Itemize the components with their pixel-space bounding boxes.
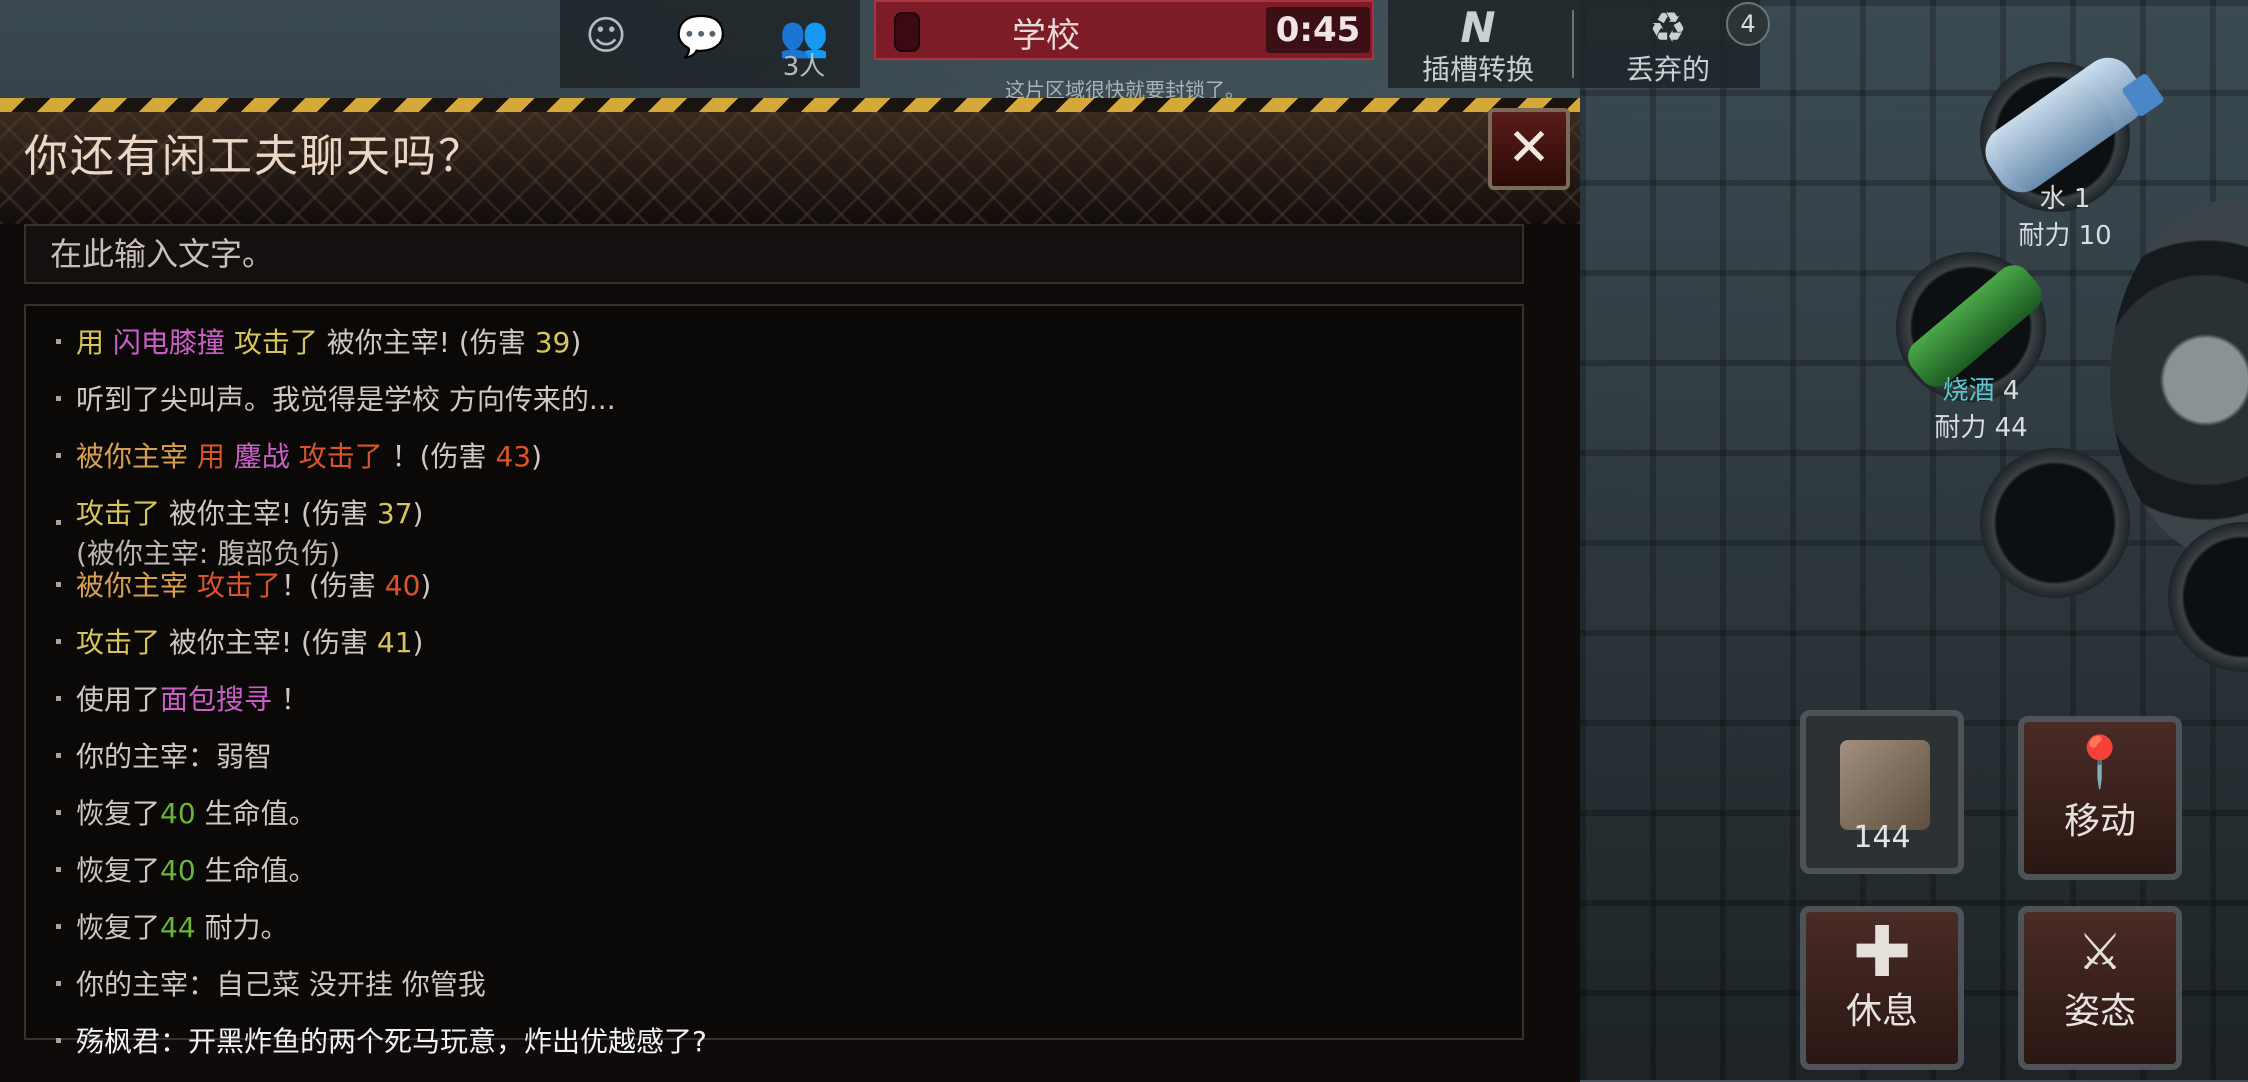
log-text: 闪电膝撞 [112, 326, 225, 359]
log-text: 攻击了 [76, 626, 161, 659]
log-text: 攻击了 [196, 569, 281, 602]
log-text: 37 [376, 497, 413, 530]
liquor-label: 烧酒 4 耐力 44 [1934, 376, 2028, 443]
log-text: 你的主宰：弱智 [76, 740, 273, 773]
log-bullet [56, 753, 61, 758]
log-text: 恢复了 [76, 854, 161, 887]
log-text: 用 [76, 326, 113, 359]
plus-icon: ✚ [1852, 911, 1912, 993]
log-text: 生命值。 [195, 797, 317, 830]
log-bullet [56, 453, 61, 458]
log-text: 39 [534, 326, 571, 359]
log-bullet [56, 582, 61, 587]
log-text: 43 [495, 440, 532, 473]
chat-title: 你还有闲工夫聊天吗？ [24, 131, 484, 182]
combat-log[interactable]: 用 闪电膝撞 攻击了 被你主宰! (伤害 39) 听到了尖叫声。我觉得是学校 方向… [24, 304, 1524, 1058]
log-bullet [56, 981, 61, 986]
crossed-swords-icon: ⚔ [2077, 923, 2123, 981]
log-text: 40 [160, 797, 196, 830]
emoji-icon[interactable]: ☺ [580, 10, 632, 62]
log-bullet [56, 339, 61, 344]
log-entry: 被你主宰 用 鏖战 攻击了 ！(伤害 43) [76, 435, 542, 475]
log-text: 鏖战 [233, 440, 290, 473]
log-bullet [56, 924, 61, 929]
log-text: 被你主宰 [76, 440, 197, 473]
location-indicator: 学校 0:45 [874, 0, 1374, 60]
log-bullet [56, 1038, 61, 1043]
log-text: ) [412, 626, 424, 659]
log-text: ) [570, 326, 582, 359]
log-bullet [56, 867, 61, 872]
log-text: 攻击了 [76, 497, 161, 530]
log-text: 听到了尖叫声。我觉得是学校 方向传来的... [76, 383, 616, 416]
log-text: 攻击了 [224, 326, 327, 359]
log-text: ) [420, 569, 432, 602]
log-text: 恢复了 [76, 797, 161, 830]
stance-button[interactable]: ⚔ 姿态 [2018, 906, 2182, 1070]
inventory-controls: N 插槽转换 ♻ 丢弃的 [1388, 0, 1760, 88]
slot-switch-icon: N [1460, 3, 1496, 52]
slot-switch-button[interactable]: N 插槽转换 [1388, 0, 1568, 88]
log-entry: 被你主宰 攻击了！(伤害 40) [76, 564, 431, 604]
log-bullet [56, 639, 61, 644]
log-text: 生命值。 [195, 854, 317, 887]
log-text: 用 [196, 440, 234, 473]
location-name: 学校 [1012, 16, 1080, 56]
players-count: 3人 [782, 52, 826, 82]
log-bullet [56, 696, 61, 701]
log-text: 恢复了 [76, 911, 161, 944]
log-entry: 攻击了 被你主宰! (伤害 41) [76, 621, 423, 661]
log-entry: 你的主宰：弱智 [76, 735, 272, 775]
log-entry: 恢复了40 生命值。 [76, 792, 317, 832]
chat-bubble-icon[interactable]: 💬 [675, 10, 727, 62]
log-entry: 恢复了40 生命值。 [76, 849, 317, 889]
log-text: 使用了 [76, 683, 161, 716]
bag-count: 144 [1853, 820, 1911, 855]
log-text: 殇枫君：开黑炸鱼的两个死马玩意，炸出优越感了? [76, 1025, 707, 1058]
log-entry: 用 闪电膝撞 攻击了 被你主宰! (伤害 39) [76, 321, 581, 361]
bag-button[interactable]: 144 [1800, 710, 1964, 874]
log-entry: 使用了面包搜寻 ！ [76, 678, 309, 718]
log-entry: 你的主宰：自己菜 没开挂 你管我 [76, 963, 486, 1003]
log-text: 面包搜寻 [160, 683, 273, 716]
chat-input[interactable]: 在此输入文字。 [24, 224, 1524, 284]
countdown-timer: 0:45 [1266, 7, 1370, 53]
log-text: 被你主宰 [76, 569, 197, 602]
log-text: 被你主宰! (伤害 [160, 497, 377, 530]
log-text: ！(伤害 [382, 440, 496, 473]
log-entry: 恢复了44 耐力。 [76, 906, 289, 946]
log-text: 被你主宰! (伤害 [326, 326, 535, 359]
water-label: 水 1 耐力 10 [2018, 184, 2112, 251]
log-text: ！(伤害 [280, 569, 385, 602]
close-button[interactable]: ✕ [1488, 108, 1570, 190]
log-entry: 殇枫君：开黑炸鱼的两个死马玩意，炸出优越感了? [76, 1020, 707, 1060]
divider [1572, 10, 1574, 78]
log-bullet [56, 520, 61, 525]
log-entry: 听到了尖叫声。我觉得是学校 方向传来的... [76, 378, 616, 418]
item-slot-3[interactable] [1980, 448, 2130, 598]
log-bullet [56, 396, 61, 401]
log-bullet [56, 810, 61, 815]
log-text: ) [531, 440, 543, 473]
map-pin-icon: 📍 [2068, 733, 2132, 791]
log-text: 40 [160, 854, 196, 887]
log-text: 你的主宰：自己菜 没开挂 你管我 [76, 968, 486, 1001]
discard-count-badge: 4 [1726, 2, 1770, 46]
log-text: 44 [160, 911, 196, 944]
log-text: 耐力。 [195, 911, 289, 944]
log-text: 40 [384, 569, 421, 602]
bandage-icon [1840, 740, 1930, 830]
log-text: 被你主宰! (伤害 [160, 626, 377, 659]
log-text: 41 [376, 626, 413, 659]
rest-button[interactable]: ✚ 休息 [1800, 906, 1964, 1070]
hazard-stripe [0, 98, 1580, 112]
log-text: 攻击了 [289, 440, 383, 473]
move-button[interactable]: 📍 移动 [2018, 716, 2182, 880]
log-text: ！ [272, 683, 309, 716]
log-text: ) [412, 497, 424, 530]
close-icon: ✕ [1507, 118, 1551, 178]
log-entry: 攻击了 被你主宰! (伤害 37) (被你主宰: 腹部负伤) [76, 492, 423, 572]
